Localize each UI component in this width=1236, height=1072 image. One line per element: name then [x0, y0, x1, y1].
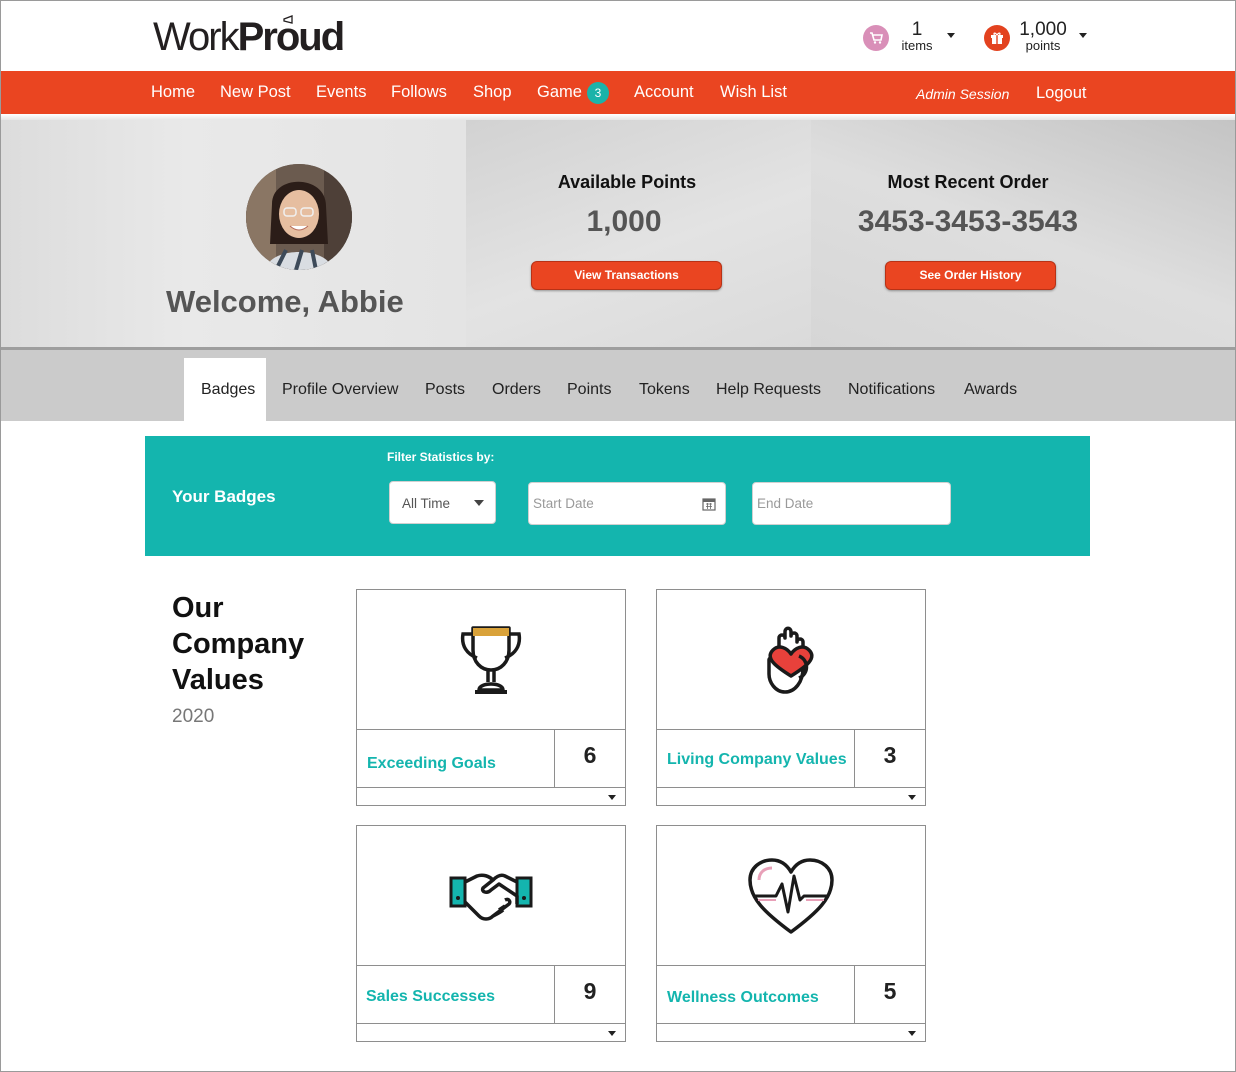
filter-statistics-label: Filter Statistics by: — [387, 450, 495, 464]
chevron-down-icon — [908, 1031, 916, 1036]
badge-count: 3 — [883, 742, 897, 768]
main-nav: Home New Post Events Follows Shop Game 3… — [1, 71, 1235, 114]
nav-follows[interactable]: Follows — [391, 84, 447, 101]
chevron-down-icon — [908, 795, 916, 800]
badge-expand-toggle[interactable] — [357, 787, 625, 805]
handshake-icon — [449, 872, 533, 921]
time-range-value: All Time — [402, 496, 451, 511]
badge-image — [657, 826, 925, 966]
badge-name: Living Company Values — [667, 751, 847, 768]
badge-image — [357, 826, 625, 966]
badge-image — [657, 590, 925, 730]
time-range-select[interactable]: All Time — [389, 481, 496, 524]
nav-logout[interactable]: Logout — [1036, 84, 1086, 103]
badge-name: Sales Successes — [366, 988, 495, 1005]
welcome-heading: Welcome, Abbie — [166, 284, 404, 319]
chevron-down-icon — [474, 500, 484, 506]
badge-expand-toggle[interactable] — [657, 1023, 925, 1041]
badge-card-living-company-values[interactable]: Living Company Values 3 — [656, 589, 926, 806]
tab-points[interactable]: Points — [567, 381, 611, 399]
tab-badges[interactable]: Badges — [201, 381, 255, 399]
profile-tabs: Badges Profile Overview Posts Orders Poi… — [1, 350, 1235, 421]
points-dropdown-icon[interactable] — [1079, 33, 1087, 38]
badge-filter-bar: Your Badges Filter Statistics by: All Ti… — [145, 436, 1090, 556]
calendar-icon[interactable] — [702, 497, 716, 511]
badge-card-exceeding-goals[interactable]: Exceeding Goals 6 — [356, 589, 626, 806]
company-values-title-line2: Company — [172, 628, 305, 660]
tab-tokens[interactable]: Tokens — [639, 381, 690, 399]
badge-image — [357, 590, 625, 730]
tab-notifications[interactable]: Notifications — [848, 381, 935, 399]
view-transactions-button[interactable]: View Transactions — [531, 261, 722, 290]
start-date-input[interactable] — [528, 482, 726, 525]
company-values-title: Our Company Values — [172, 590, 304, 698]
megaphone-icon — [283, 15, 293, 24]
cart-dropdown-icon[interactable] — [947, 33, 955, 38]
end-date-input[interactable] — [752, 482, 951, 525]
nav-events[interactable]: Events — [316, 84, 366, 101]
available-points-value: 1,000 — [586, 205, 662, 238]
nav-wish-list[interactable]: Wish List — [720, 84, 787, 101]
admin-session-label: Admin Session — [916, 86, 1010, 102]
tab-profile-overview[interactable]: Profile Overview — [282, 381, 398, 399]
nav-home[interactable]: Home — [151, 84, 195, 101]
tab-awards[interactable]: Awards — [964, 381, 1017, 399]
trophy-icon — [460, 625, 522, 694]
user-avatar[interactable] — [246, 164, 352, 270]
badge-name: Wellness Outcomes — [667, 989, 819, 1006]
logo-work-text: Work — [153, 15, 240, 59]
hand-heart-icon — [767, 626, 814, 694]
points-count[interactable]: 1,000 — [1013, 20, 1073, 39]
most-recent-order-title: Most Recent Order — [887, 172, 1049, 192]
most-recent-order-value: 3453-3453-3543 — [857, 205, 1079, 238]
workproud-logo[interactable]: WorkProud — [153, 15, 345, 59]
heartbeat-icon — [748, 857, 834, 934]
your-badges-title: Your Badges — [172, 487, 276, 506]
tab-help-requests[interactable]: Help Requests — [716, 381, 821, 399]
tab-orders[interactable]: Orders — [492, 381, 541, 399]
nav-account[interactable]: Account — [634, 84, 694, 101]
available-points-title: Available Points — [557, 172, 697, 192]
gift-icon[interactable] — [984, 25, 1010, 51]
company-values-year: 2020 — [172, 706, 215, 727]
see-order-history-button[interactable]: See Order History — [885, 261, 1056, 290]
badge-card-wellness-outcomes[interactable]: Wellness Outcomes 5 — [656, 825, 926, 1042]
cart-label: items — [901, 38, 933, 53]
top-header: WorkProud 1 items 1,000 points — [1, 1, 1235, 71]
badge-count: 5 — [883, 978, 897, 1004]
nav-game[interactable]: Game — [537, 84, 582, 101]
badge-name: Exceeding Goals — [367, 755, 496, 772]
nav-shop[interactable]: Shop — [473, 84, 512, 101]
chevron-down-icon — [608, 795, 616, 800]
points-label: points — [1025, 38, 1061, 53]
tab-posts[interactable]: Posts — [425, 381, 465, 399]
cart-count[interactable]: 1 — [901, 20, 933, 39]
badge-expand-toggle[interactable] — [357, 1023, 625, 1041]
badge-count: 6 — [583, 742, 597, 768]
badge-count: 9 — [583, 978, 597, 1004]
company-values-title-line1: Our — [172, 592, 224, 624]
badge-expand-toggle[interactable] — [657, 787, 925, 805]
badge-card-sales-successes[interactable]: Sales Successes 9 — [356, 825, 626, 1042]
nav-new-post[interactable]: New Post — [220, 84, 291, 101]
company-values-title-line3: Values — [172, 664, 264, 696]
cart-icon[interactable] — [863, 25, 889, 51]
game-notification-badge: 3 — [587, 82, 609, 104]
chevron-down-icon — [608, 1031, 616, 1036]
